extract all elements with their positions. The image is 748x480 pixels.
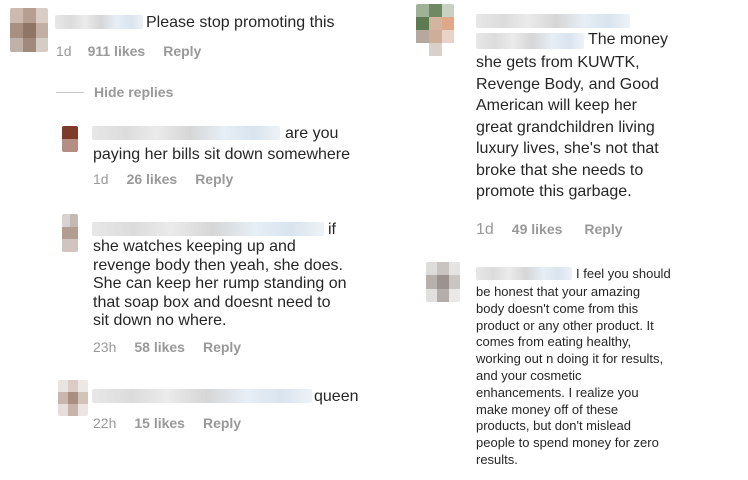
reply-button[interactable]: Reply — [163, 43, 201, 59]
blurred-username[interactable] — [92, 389, 312, 403]
hide-replies-line — [56, 91, 84, 93]
comment-text: she gets from KUWTK, Revenge Body, and G… — [476, 54, 659, 200]
blurred-username[interactable] — [92, 222, 324, 236]
reply-timestamp: 23h — [93, 339, 117, 355]
reply-meta: 22h 15 likes Reply — [93, 415, 241, 431]
hide-replies-label: Hide replies — [94, 84, 174, 100]
hide-replies-button[interactable]: Hide replies — [56, 84, 173, 100]
likes-count[interactable]: 26 likes — [127, 171, 178, 187]
avatar[interactable] — [58, 380, 88, 416]
comment-first-line: The money — [588, 31, 669, 48]
reply-button[interactable]: Reply — [584, 221, 622, 237]
reply-first-line: are you — [285, 125, 339, 142]
likes-count[interactable]: 49 likes — [512, 221, 563, 237]
blurred-username[interactable] — [476, 33, 584, 49]
avatar[interactable] — [10, 8, 48, 52]
likes-count[interactable]: 911 likes — [88, 43, 146, 59]
reply-button[interactable]: Reply — [203, 339, 241, 355]
blurred-username[interactable] — [92, 126, 280, 140]
comment-timestamp: 1d — [56, 43, 72, 59]
comment-text: Please stop promoting this — [146, 14, 335, 31]
blurred-username[interactable] — [476, 267, 572, 280]
left-comments-panel: Please stop promoting this 1d 911 likes … — [0, 0, 398, 480]
reply-text: paying her bills sit down somewhere — [93, 146, 351, 163]
comment-meta: 1d 49 likes Reply — [476, 221, 623, 239]
likes-count[interactable]: 58 likes — [134, 339, 185, 355]
reply-text: she watches keeping up and revenge body … — [93, 238, 347, 329]
reply-button[interactable]: Reply — [203, 415, 241, 431]
avatar[interactable] — [416, 4, 454, 56]
avatar[interactable] — [426, 262, 460, 302]
reply-meta: 1d 26 likes Reply — [93, 171, 233, 187]
comment-first-line: I feel you should — [576, 266, 671, 281]
avatar[interactable] — [62, 126, 78, 152]
comment-text: be honest that your amazing body doesn't… — [476, 284, 664, 467]
reply-first-line: queen — [314, 388, 359, 405]
reply-timestamp: 22h — [93, 415, 117, 431]
reply-button[interactable]: Reply — [195, 171, 233, 187]
comment-meta: 1d 911 likes Reply — [56, 43, 201, 59]
right-comments-panel: The money she gets from KUWTK, Revenge B… — [404, 0, 748, 480]
avatar[interactable] — [62, 214, 78, 252]
likes-count[interactable]: 15 likes — [134, 415, 185, 431]
reply-timestamp: 1d — [93, 171, 109, 187]
reply-first-line: if — [328, 221, 336, 238]
blurred-username[interactable] — [55, 15, 143, 29]
reply-meta: 23h 58 likes Reply — [93, 339, 241, 355]
blurred-username[interactable] — [476, 14, 630, 28]
comment-timestamp: 1d — [476, 221, 494, 238]
